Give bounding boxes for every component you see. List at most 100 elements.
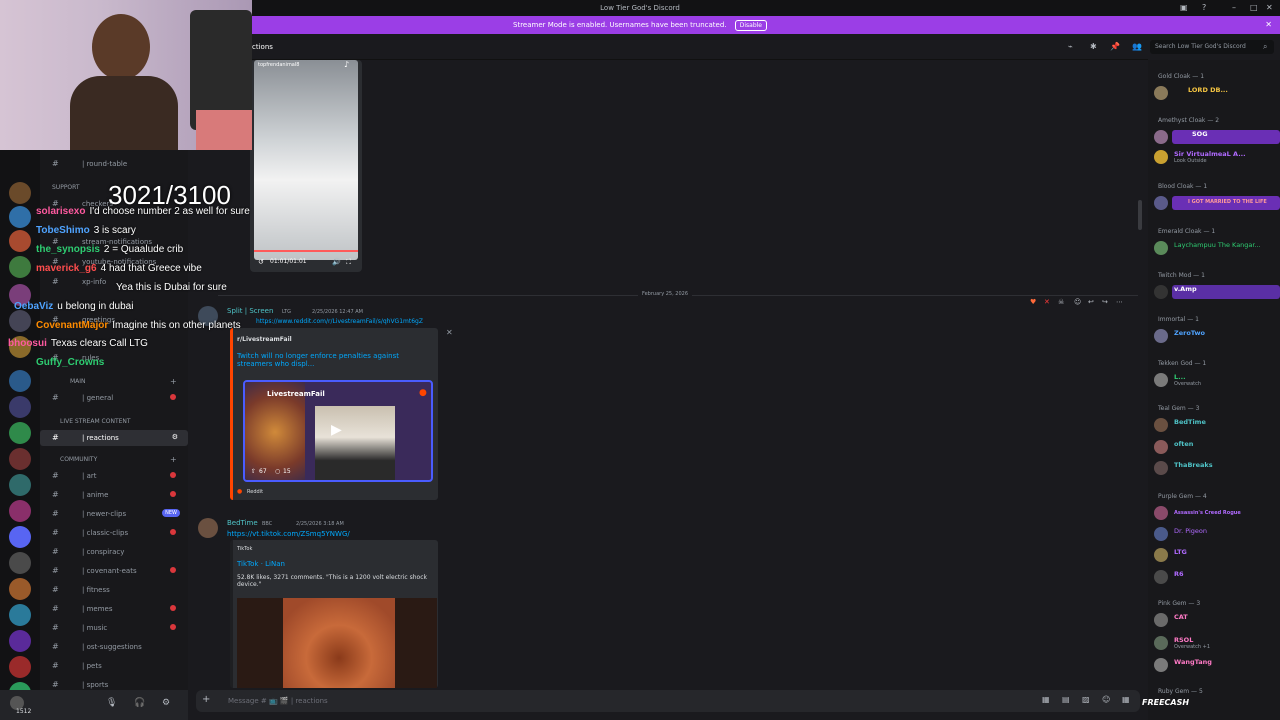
server-icon[interactable] bbox=[9, 310, 31, 332]
member-item[interactable]: RSOL Overwatch +1 bbox=[1154, 634, 1280, 652]
add-channel-icon[interactable]: + bbox=[170, 377, 177, 386]
channel-round-table[interactable]: # | round-table bbox=[40, 156, 188, 172]
member-item[interactable]: ZeroTwo bbox=[1154, 327, 1280, 345]
server-icon[interactable] bbox=[9, 630, 31, 652]
channel-fitness[interactable]: # | fitness bbox=[40, 582, 188, 598]
channel-ost-suggestions[interactable]: # | ost-suggestions bbox=[40, 639, 188, 655]
member-item[interactable]: Laychampuu The Kangar... bbox=[1154, 239, 1280, 257]
member-item[interactable]: Dr. Pigeon bbox=[1154, 525, 1280, 543]
gift-icon[interactable]: ▦ bbox=[1042, 695, 1050, 704]
avatar[interactable] bbox=[198, 518, 218, 538]
channel-covenant-eats[interactable]: # | covenant-eats bbox=[40, 563, 188, 579]
member-item[interactable]: BedTime bbox=[1154, 416, 1280, 434]
member-item[interactable]: LORD DB... bbox=[1154, 84, 1280, 102]
headset-icon[interactable]: 🎧 bbox=[134, 698, 145, 708]
server-icon[interactable] bbox=[9, 500, 31, 522]
channel-music[interactable]: # | music bbox=[40, 620, 188, 636]
server-icon[interactable] bbox=[9, 370, 31, 392]
server-icon[interactable] bbox=[9, 182, 31, 204]
member-item[interactable]: LTG bbox=[1154, 546, 1280, 564]
fullscreen-icon[interactable]: ⛶ bbox=[346, 258, 351, 267]
member-item[interactable]: WangTang bbox=[1154, 656, 1280, 674]
embed-title[interactable]: TikTok · LiNan bbox=[237, 560, 285, 568]
server-icon[interactable] bbox=[9, 474, 31, 496]
member-item[interactable]: CAT bbox=[1154, 611, 1280, 629]
channel-memes[interactable]: # | memes bbox=[40, 601, 188, 617]
play-icon[interactable]: ▶ bbox=[331, 422, 342, 438]
close-window-icon[interactable]: ✕ bbox=[1266, 3, 1273, 12]
server-icon[interactable] bbox=[9, 656, 31, 678]
reaction-icon[interactable]: ♥ bbox=[1030, 298, 1036, 306]
server-icon[interactable] bbox=[9, 256, 31, 278]
category-support[interactable]: SUPPORT bbox=[52, 184, 80, 191]
embed-provider[interactable]: r/LivestreamFail bbox=[237, 336, 292, 343]
add-attachment-icon[interactable]: + bbox=[202, 694, 210, 705]
member-item[interactable]: SOG bbox=[1154, 128, 1280, 146]
channel-conspiracy[interactable]: # | conspiracy bbox=[40, 544, 188, 560]
channel-art[interactable]: # | art bbox=[40, 468, 188, 484]
reaction-icon[interactable]: ✕ bbox=[1044, 298, 1050, 306]
server-icon[interactable] bbox=[9, 422, 31, 444]
replay-icon[interactable]: ↺ bbox=[258, 258, 264, 266]
message-author[interactable]: BedTime bbox=[227, 519, 258, 527]
server-icon[interactable] bbox=[9, 206, 31, 228]
notification-icon[interactable]: ✱ bbox=[1090, 42, 1097, 51]
member-item[interactable]: Assassin's Creed Rogue bbox=[1154, 504, 1280, 522]
server-icon[interactable] bbox=[9, 230, 31, 252]
disable-button[interactable]: Disable bbox=[734, 20, 767, 31]
minimize-icon[interactable]: – bbox=[1232, 3, 1236, 12]
threads-icon[interactable]: ⌁ bbox=[1068, 42, 1073, 51]
message-link[interactable]: https://www.reddit.com/r/LivestreamFail/… bbox=[256, 318, 423, 325]
mic-icon[interactable]: 🎙 bbox=[106, 698, 117, 708]
progress-bar[interactable] bbox=[254, 250, 358, 252]
sticker-icon[interactable]: ▨ bbox=[1082, 695, 1090, 704]
channel-anime[interactable]: # | anime bbox=[40, 487, 188, 503]
member-item[interactable]: Sir VirtualmeaL A... Look Outside bbox=[1154, 148, 1280, 166]
channel-newer-clips[interactable]: # | newer-clips NEW bbox=[40, 506, 188, 522]
embed-video[interactable] bbox=[237, 598, 437, 688]
channel-general[interactable]: # | general bbox=[40, 390, 188, 406]
message-composer[interactable]: + Message # 📺 🎬 | reactions ▦ ▤ ▨ ☺ ▦ bbox=[196, 690, 1140, 712]
server-icon[interactable] bbox=[9, 578, 31, 600]
reply-icon[interactable]: ↩ bbox=[1088, 298, 1094, 306]
emoji-icon[interactable]: ☺ bbox=[1074, 298, 1081, 306]
member-item[interactable]: often bbox=[1154, 438, 1280, 456]
settings-icon[interactable]: ⚙ bbox=[162, 698, 170, 708]
remove-embed-icon[interactable]: ✕ bbox=[446, 328, 453, 337]
member-item[interactable]: ThaBreaks bbox=[1154, 459, 1280, 477]
embed-image[interactable]: LivestreamFail ● ▶ ⇧ 67 ○ 15 bbox=[243, 380, 433, 482]
message-input[interactable]: Message # 📺 🎬 | reactions bbox=[228, 697, 328, 705]
gif-icon[interactable]: ▤ bbox=[1062, 695, 1070, 704]
server-icon[interactable] bbox=[9, 552, 31, 574]
close-banner-icon[interactable]: ✕ bbox=[1265, 20, 1272, 29]
message-link[interactable]: https://vt.tiktok.com/ZSmq5YNWG/ bbox=[227, 530, 350, 538]
member-item[interactable]: v.Amp bbox=[1154, 283, 1280, 301]
scrollbar[interactable] bbox=[1138, 200, 1142, 230]
category-main[interactable]: MAIN + bbox=[70, 377, 177, 386]
pin-icon[interactable]: 📌 bbox=[1110, 42, 1120, 51]
member-item[interactable]: R6 bbox=[1154, 568, 1280, 586]
apps-icon[interactable]: ▦ bbox=[1122, 695, 1130, 704]
channel-pets[interactable]: # | pets bbox=[40, 658, 188, 674]
settings-icon[interactable]: ⚙ bbox=[172, 433, 178, 441]
server-icon[interactable] bbox=[9, 604, 31, 626]
embed-title[interactable]: Twitch will no longer enforce penalties … bbox=[237, 352, 427, 368]
channel-reactions[interactable]: # | reactions ⚙ bbox=[40, 430, 188, 446]
skull-icon[interactable]: ☠ bbox=[1058, 298, 1064, 306]
emoji-icon[interactable]: ☺ bbox=[1102, 695, 1110, 704]
member-item[interactable]: I GOT MARRIED TO THE LIFE bbox=[1154, 194, 1280, 212]
members-icon[interactable]: 👥 bbox=[1132, 42, 1142, 51]
inbox-icon[interactable]: ▣ bbox=[1180, 3, 1188, 12]
server-icon[interactable] bbox=[9, 396, 31, 418]
add-channel-icon[interactable]: + bbox=[170, 455, 177, 464]
category-live-stream-content[interactable]: LIVE STREAM CONTENT bbox=[60, 418, 131, 425]
channel-classic-clips[interactable]: # | classic-clips bbox=[40, 525, 188, 541]
server-icon[interactable] bbox=[9, 526, 31, 548]
member-item[interactable]: L... Overwatch bbox=[1154, 371, 1280, 389]
help-icon[interactable]: ? bbox=[1202, 3, 1206, 12]
server-icon[interactable] bbox=[9, 448, 31, 470]
category-community[interactable]: COMMUNITY + bbox=[60, 455, 177, 464]
search-input[interactable]: Search Low Tier God's Discord bbox=[1150, 40, 1274, 54]
forward-icon[interactable]: ↪ bbox=[1102, 298, 1108, 306]
more-icon[interactable]: ⋯ bbox=[1116, 298, 1123, 306]
